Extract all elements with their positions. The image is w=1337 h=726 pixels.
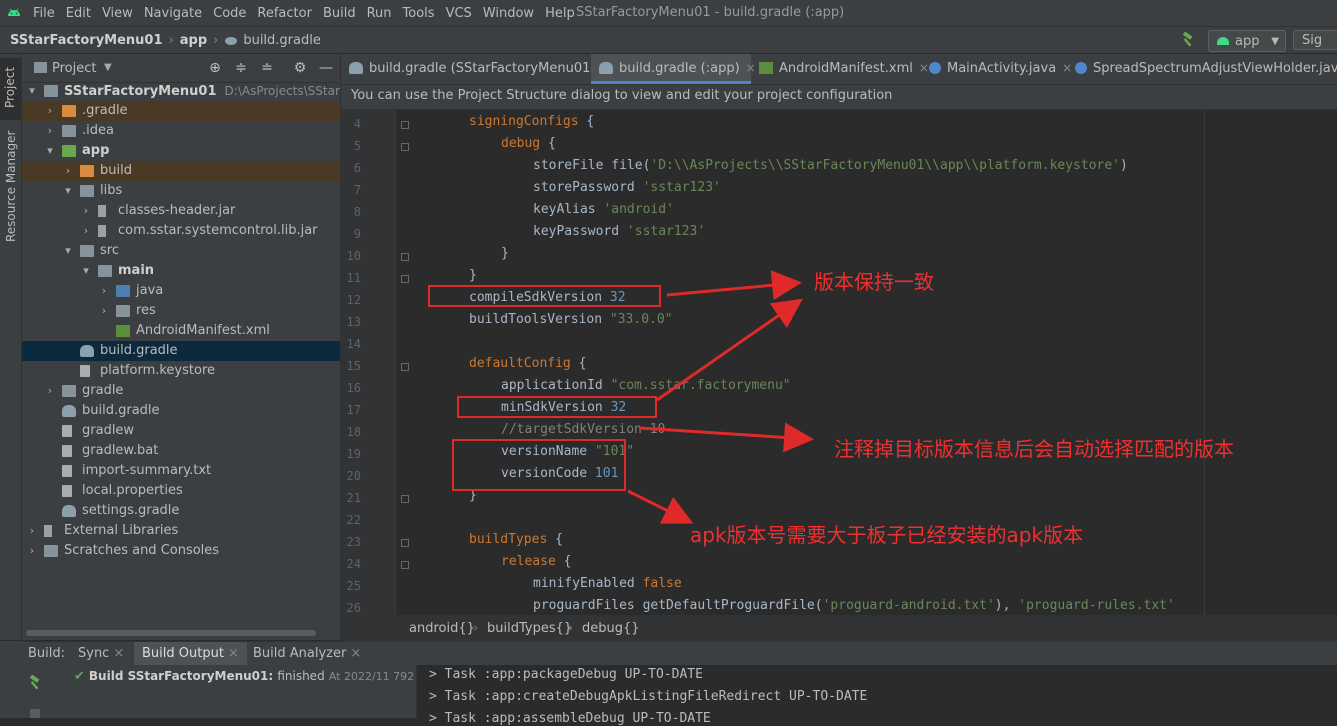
annotation-comment-target: 注释掉目标版本信息后会自动选择匹配的版本 xyxy=(834,437,1234,461)
annotation-arrows xyxy=(627,270,814,524)
annotation-version-consistent: 版本保持一致 xyxy=(814,270,934,294)
annotation-apk-version: apk版本号需要大于板子已经安装的apk版本 xyxy=(690,523,1084,547)
